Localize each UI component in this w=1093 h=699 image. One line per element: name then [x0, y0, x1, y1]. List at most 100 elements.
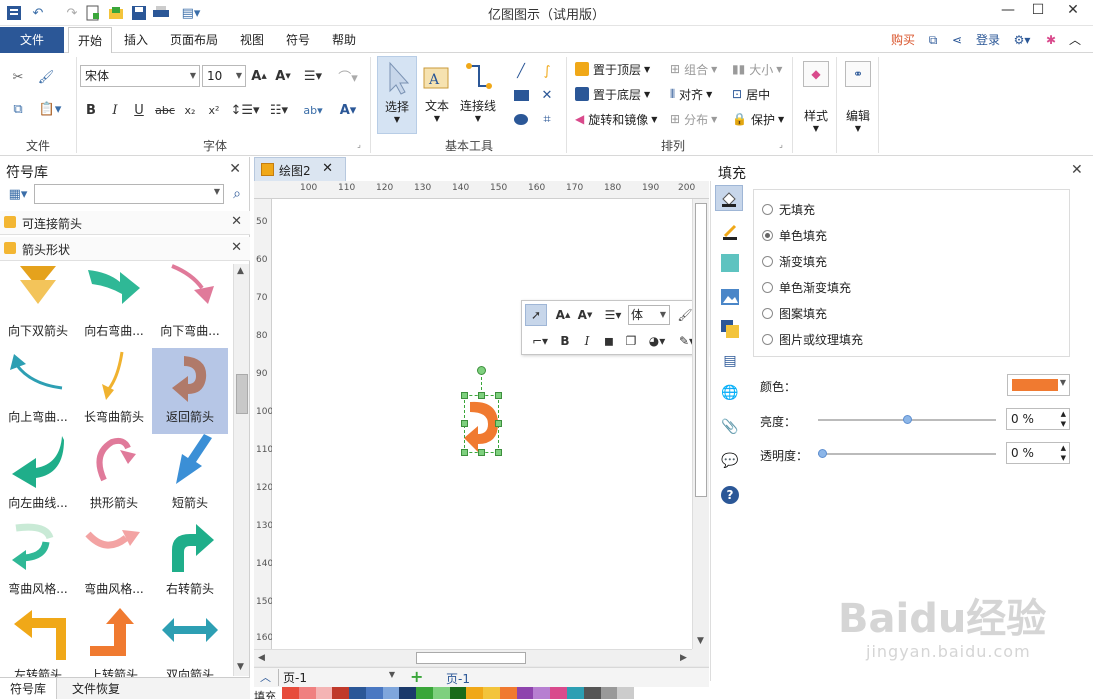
rectangle-tool-icon[interactable]: [510, 85, 532, 105]
palette-swatch[interactable]: [332, 687, 350, 699]
arrange-dialog-launcher-icon[interactable]: ⌟: [776, 139, 786, 149]
text-curve-icon[interactable]: ⌒▾: [332, 66, 364, 86]
palette-swatch[interactable]: [617, 687, 635, 699]
resize-handle[interactable]: [495, 420, 502, 427]
shape-list-scrollbar[interactable]: ▲ ▼: [233, 264, 249, 676]
italic-icon[interactable]: I: [578, 331, 596, 351]
shadow-icon[interactable]: ❐: [622, 331, 640, 351]
shape-item[interactable]: 向左曲线...: [0, 434, 76, 520]
distribute-button[interactable]: ⊞ 分布 ▼: [670, 109, 717, 129]
comment-icon[interactable]: 💬: [720, 451, 740, 471]
palette-swatch[interactable]: [349, 687, 366, 699]
resize-handle[interactable]: [495, 392, 502, 399]
spinner-icon[interactable]: ▲ ▼: [1061, 409, 1066, 429]
crop-tool-icon[interactable]: ⌗: [536, 109, 558, 129]
scrollbar-thumb[interactable]: [236, 374, 248, 414]
shape-item[interactable]: 向右弯曲...: [76, 262, 152, 348]
subscript-icon[interactable]: x₂: [180, 100, 200, 120]
login-link[interactable]: 登录: [972, 31, 1004, 49]
palette-swatch[interactable]: [550, 687, 568, 699]
resize-handle[interactable]: [478, 392, 485, 399]
brightness-input[interactable]: 0 % ▲ ▼: [1006, 408, 1070, 430]
copy-icon[interactable]: ⧉: [8, 99, 28, 119]
palette-swatch[interactable]: [533, 687, 551, 699]
bring-to-front-button[interactable]: 置于顶层 ▼: [575, 59, 650, 79]
palette-swatch[interactable]: [382, 687, 400, 699]
grow-font-icon[interactable]: A ▲: [250, 66, 268, 86]
connector-icon[interactable]: ⌐▾: [528, 331, 552, 351]
grow-font-icon[interactable]: A ▲: [554, 306, 572, 324]
protect-button[interactable]: 🔒 保护 ▼: [732, 109, 784, 129]
palette-swatch[interactable]: [583, 687, 601, 699]
paste-icon[interactable]: 📋▾: [36, 99, 64, 119]
scrollbar-thumb[interactable]: [695, 203, 707, 497]
shape-item[interactable]: 弯曲风格...: [76, 520, 152, 606]
share-screen-icon[interactable]: ⧉: [924, 31, 942, 49]
cross-tool-icon[interactable]: ✕: [536, 85, 558, 105]
resize-handle[interactable]: [461, 420, 468, 427]
shape-item[interactable]: 长弯曲箭头: [76, 348, 152, 434]
scroll-down-icon[interactable]: ▼: [697, 636, 704, 646]
tab-file[interactable]: 文件: [0, 27, 64, 53]
line-tool-icon[interactable]: ╱: [510, 61, 532, 81]
scrollbar-thumb[interactable]: [416, 652, 526, 664]
bold-icon[interactable]: B: [556, 331, 574, 351]
font-size-select[interactable]: 10 ▼: [202, 65, 246, 87]
superscript-icon[interactable]: x²: [204, 100, 224, 120]
tab-file-recovery[interactable]: 文件恢复: [62, 678, 130, 699]
shape-item[interactable]: 拱形箭头: [76, 434, 152, 520]
edit-button[interactable]: ⚭ 编辑 ▼: [840, 61, 876, 141]
shape-item[interactable]: 右转箭头: [152, 520, 228, 606]
shape-item[interactable]: 向下双箭头: [0, 262, 76, 348]
palette-swatch[interactable]: [282, 687, 299, 699]
resize-handle[interactable]: [461, 392, 468, 399]
palette-swatch[interactable]: [365, 687, 383, 699]
tab-help[interactable]: 帮助: [324, 27, 364, 53]
close-window-icon[interactable]: ✕: [1058, 2, 1088, 22]
tab-page-layout[interactable]: 页面布局: [164, 27, 224, 53]
effects-icon[interactable]: ◕▾: [644, 331, 670, 351]
scroll-up-icon[interactable]: ▲: [237, 266, 244, 276]
shadow-panel-icon[interactable]: [720, 253, 740, 273]
expand-panel-icon[interactable]: ︿: [260, 669, 271, 685]
fill-option-pattern[interactable]: 图案填充: [762, 304, 962, 322]
shape-item[interactable]: 向下弯曲...: [152, 262, 228, 348]
page-select[interactable]: 页-1 ▼: [278, 669, 398, 686]
shrink-font-icon[interactable]: A ▼: [576, 306, 594, 324]
buy-link[interactable]: 购买: [888, 31, 918, 49]
shape-item[interactable]: 短箭头: [152, 434, 228, 520]
shrink-font-icon[interactable]: A ▼: [274, 66, 292, 86]
close-icon[interactable]: ✕: [231, 240, 242, 255]
palette-swatch[interactable]: [416, 687, 433, 699]
fill-shape-icon[interactable]: ◼: [600, 331, 618, 351]
shape-item[interactable]: 弯曲风格...: [0, 520, 76, 606]
shape-item[interactable]: 上转箭头: [76, 606, 152, 677]
search-input[interactable]: ▼: [34, 184, 224, 204]
bullet-list-icon[interactable]: ☷▾: [264, 100, 294, 120]
tab-symbol[interactable]: 符号: [278, 27, 318, 53]
underline-icon[interactable]: U: [130, 100, 148, 120]
fill-option-gradient[interactable]: 渐变填充: [762, 252, 962, 270]
tab-view[interactable]: 视图: [232, 27, 272, 53]
palette-swatch[interactable]: [600, 687, 618, 699]
resize-handle[interactable]: [461, 449, 468, 456]
spinner-icon[interactable]: ▲ ▼: [1061, 443, 1066, 463]
ellipse-tool-icon[interactable]: [510, 109, 532, 129]
rotate-flip-button[interactable]: ◀ 旋转和镜像 ▼: [575, 109, 657, 129]
slider-handle[interactable]: [818, 449, 827, 458]
resize-handle[interactable]: [495, 449, 502, 456]
align-button[interactable]: ⫴ 对齐 ▼: [670, 84, 712, 104]
send-to-back-button[interactable]: 置于底层 ▼: [575, 84, 650, 104]
font-name-select[interactable]: 宋体 ▼: [80, 65, 200, 87]
palette-swatch[interactable]: [483, 687, 500, 699]
tab-symbol-library[interactable]: 符号库: [0, 678, 58, 699]
page-tab[interactable]: 页-1: [446, 670, 470, 687]
settings-icon[interactable]: ⚙▾: [1008, 31, 1036, 49]
close-icon[interactable]: ✕: [231, 214, 242, 229]
search-icon[interactable]: ⌕: [228, 185, 246, 203]
library-section-arrows[interactable]: 箭头形状 ✕: [0, 237, 250, 261]
share-icon[interactable]: ⋖: [948, 31, 966, 49]
shape-item[interactable]: 向上弯曲...: [0, 348, 76, 434]
image-icon[interactable]: [720, 287, 740, 307]
scroll-down-icon[interactable]: ▼: [237, 662, 244, 672]
